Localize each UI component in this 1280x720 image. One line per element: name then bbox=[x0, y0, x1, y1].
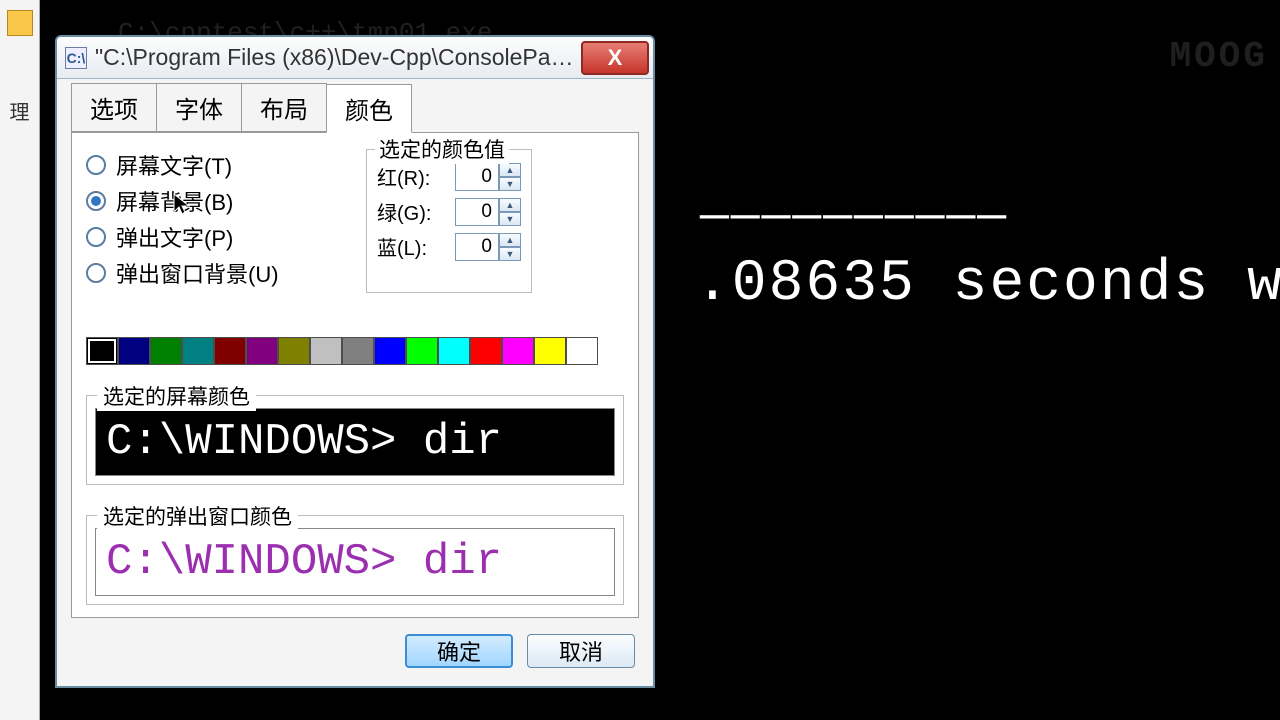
red-label: 红(R): bbox=[377, 162, 455, 191]
watermark: MOOG bbox=[1170, 36, 1268, 77]
left-sidebar-fragment: 理 bbox=[0, 0, 40, 720]
color-values-legend: 选定的颜色值 bbox=[375, 134, 509, 164]
title-bar: C:\ "C:\Program Files (x86)\Dev-Cpp\Cons… bbox=[57, 37, 653, 79]
swatch-8[interactable] bbox=[342, 337, 374, 365]
screen-preview-legend: 选定的屏幕颜色 bbox=[97, 381, 256, 411]
dialog-body: 选项字体布局颜色 屏幕文字(T) 屏幕背景(B) 弹出文字(P) 弹出窗口背景(U) … bbox=[57, 83, 653, 686]
radio-icon bbox=[86, 191, 106, 211]
red-input[interactable] bbox=[455, 163, 499, 191]
screen-preview-group: 选定的屏幕颜色 C:\WINDOWS> dir bbox=[86, 395, 624, 485]
screen-preview: C:\WINDOWS> dir bbox=[95, 408, 615, 476]
popup-preview-legend: 选定的弹出窗口颜色 bbox=[97, 501, 298, 531]
radio-icon bbox=[86, 263, 106, 283]
properties-dialog: C:\ "C:\Program Files (x86)\Dev-Cpp\Cons… bbox=[55, 35, 655, 688]
console-output: .08635 seconds with re bbox=[695, 252, 1280, 317]
title-icon: C:\ bbox=[65, 47, 87, 69]
tab-options[interactable]: 选项 bbox=[71, 83, 157, 132]
green-spinner[interactable]: ▲▼ bbox=[499, 198, 521, 226]
radio-popup-text[interactable]: 弹出文字(P) bbox=[86, 221, 366, 253]
swatch-7[interactable] bbox=[310, 337, 342, 365]
tabs: 选项字体布局颜色 bbox=[71, 83, 639, 132]
tab-content-color: 屏幕文字(T) 屏幕背景(B) 弹出文字(P) 弹出窗口背景(U) 选定的颜色值 红(… bbox=[71, 132, 639, 618]
swatch-3[interactable] bbox=[182, 337, 214, 365]
swatch-11[interactable] bbox=[438, 337, 470, 365]
popup-preview-group: 选定的弹出窗口颜色 C:\WINDOWS> dir bbox=[86, 515, 624, 605]
cancel-button[interactable]: 取消 bbox=[527, 634, 635, 668]
green-input[interactable] bbox=[455, 198, 499, 226]
radio-label: 屏幕文字(T) bbox=[116, 149, 232, 181]
swatch-2[interactable] bbox=[150, 337, 182, 365]
swatch-6[interactable] bbox=[278, 337, 310, 365]
radio-popup-bg[interactable]: 弹出窗口背景(U) bbox=[86, 257, 366, 289]
radio-icon bbox=[86, 155, 106, 175]
tab-color[interactable]: 颜色 bbox=[326, 84, 412, 133]
swatch-5[interactable] bbox=[246, 337, 278, 365]
radio-label: 弹出窗口背景(U) bbox=[116, 257, 279, 289]
blue-label: 蓝(L): bbox=[377, 232, 455, 261]
swatch-10[interactable] bbox=[406, 337, 438, 365]
tab-layout[interactable]: 布局 bbox=[241, 83, 327, 132]
blue-spinner[interactable]: ▲▼ bbox=[499, 233, 521, 261]
button-row: 确定 取消 bbox=[71, 634, 639, 672]
swatch-1[interactable] bbox=[118, 337, 150, 365]
swatch-14[interactable] bbox=[534, 337, 566, 365]
swatch-12[interactable] bbox=[470, 337, 502, 365]
color-values-group: 选定的颜色值 红(R): ▲▼ 绿(G): ▲▼ 蓝(L): ▲▼ bbox=[366, 149, 532, 293]
radio-screen-text[interactable]: 屏幕文字(T) bbox=[86, 149, 366, 181]
radio-group: 屏幕文字(T) 屏幕背景(B) 弹出文字(P) 弹出窗口背景(U) bbox=[86, 149, 366, 293]
radio-label: 屏幕背景(B) bbox=[116, 185, 233, 217]
blue-input[interactable] bbox=[455, 233, 499, 261]
radio-screen-bg[interactable]: 屏幕背景(B) bbox=[86, 185, 366, 217]
radio-label: 弹出文字(P) bbox=[116, 221, 233, 253]
swatch-15[interactable] bbox=[566, 337, 598, 365]
title-text: "C:\Program Files (x86)\Dev-Cpp\ConsoleP… bbox=[95, 44, 581, 71]
green-label: 绿(G): bbox=[377, 197, 455, 226]
popup-preview: C:\WINDOWS> dir bbox=[95, 528, 615, 596]
color-palette bbox=[86, 337, 624, 365]
swatch-4[interactable] bbox=[214, 337, 246, 365]
close-icon: X bbox=[608, 45, 623, 71]
swatch-9[interactable] bbox=[374, 337, 406, 365]
swatch-0[interactable] bbox=[86, 337, 118, 365]
red-spinner[interactable]: ▲▼ bbox=[499, 163, 521, 191]
sidebar-label: 理 bbox=[0, 96, 39, 125]
radio-icon bbox=[86, 227, 106, 247]
close-button[interactable]: X bbox=[581, 41, 649, 75]
swatch-13[interactable] bbox=[502, 337, 534, 365]
console-separator: —————————— bbox=[700, 190, 1008, 244]
tab-font[interactable]: 字体 bbox=[156, 83, 242, 132]
ok-button[interactable]: 确定 bbox=[405, 634, 513, 668]
sidebar-icon bbox=[7, 10, 33, 36]
